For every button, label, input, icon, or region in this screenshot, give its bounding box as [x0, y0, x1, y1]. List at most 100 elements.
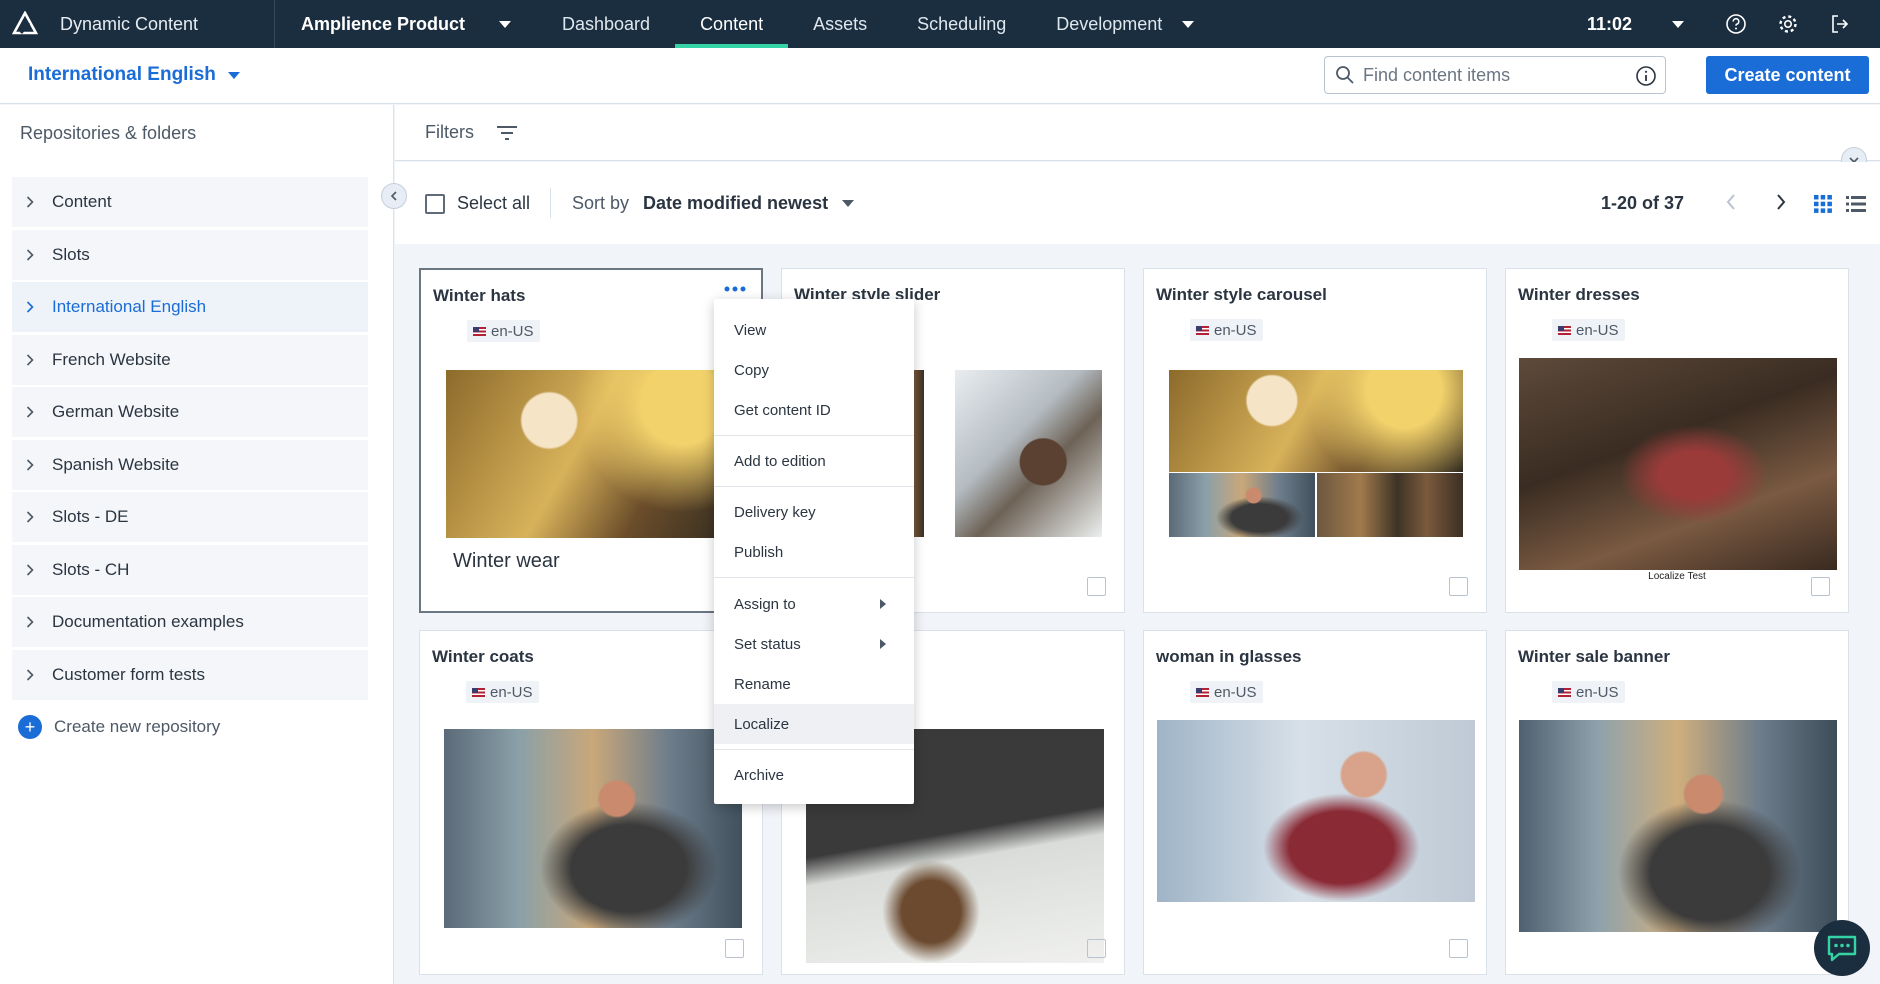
content-card-winter-sale-banner[interactable]: Winter sale banner en-US	[1505, 630, 1849, 975]
gear-icon[interactable]	[1776, 12, 1800, 36]
card-checkbox[interactable]	[1811, 577, 1830, 596]
tab-dashboard[interactable]: Dashboard	[537, 0, 675, 48]
card-image	[1169, 370, 1463, 472]
menu-separator	[714, 749, 914, 750]
locale-selector[interactable]: International English	[28, 64, 240, 86]
search-input[interactable]	[1363, 64, 1633, 86]
menu-item-localize[interactable]: Localize	[714, 704, 914, 744]
tab-assets[interactable]: Assets	[788, 0, 892, 48]
card-image	[1519, 358, 1837, 570]
sidebar-item-label: French Website	[52, 349, 171, 369]
product-switcher[interactable]: Amplience Product	[275, 0, 537, 48]
product-name: Amplience Product	[301, 13, 466, 34]
menu-separator	[714, 577, 914, 578]
sidebar-item-slots-ch[interactable]: Slots - CH	[12, 544, 368, 595]
sidebar-item-german-website[interactable]: German Website	[12, 387, 368, 437]
sort-dropdown[interactable]: Sort by Date modified newest	[572, 193, 855, 214]
chevron-right-icon	[26, 616, 36, 628]
locale-badge: en-US	[467, 320, 540, 342]
sidebar-item-documentation-examples[interactable]: Documentation examples	[12, 597, 368, 647]
card-image	[1317, 473, 1463, 537]
logout-icon[interactable]	[1828, 12, 1852, 36]
card-checkbox[interactable]	[1087, 939, 1106, 958]
development-menu-caret-icon[interactable]	[1182, 20, 1195, 28]
menu-item-archive[interactable]: Archive	[714, 755, 914, 795]
card-checkbox[interactable]	[1087, 577, 1106, 596]
tab-content[interactable]: Content	[675, 0, 789, 48]
chevron-right-icon	[26, 668, 36, 681]
submenu-arrow-icon	[880, 599, 886, 609]
menu-item-delivery-key[interactable]: Delivery key	[714, 492, 914, 532]
menu-item-set-status[interactable]: Set status	[714, 624, 914, 664]
menu-item-assign-to[interactable]: Assign to	[714, 584, 914, 624]
user-menu-caret-icon[interactable]	[1672, 20, 1684, 28]
sub-header: International English Create content	[0, 48, 1880, 104]
chevron-right-icon	[26, 196, 36, 208]
select-all-checkbox[interactable]	[425, 193, 445, 214]
card-checkbox[interactable]	[1449, 577, 1468, 596]
chat-bubble-icon	[1827, 935, 1857, 962]
menu-item-add-to-edition[interactable]: Add to edition	[714, 441, 914, 481]
sidebar-item-customer-form-tests[interactable]: Customer form tests	[12, 649, 368, 700]
chevron-down-icon	[842, 200, 855, 207]
menu-item-publish[interactable]: Publish	[714, 532, 914, 572]
locale-badge-text: en-US	[1576, 321, 1619, 339]
select-all[interactable]: Select all	[425, 193, 530, 214]
card-image	[1169, 473, 1315, 537]
previous-page-icon[interactable]	[1725, 192, 1737, 212]
menu-separator	[714, 486, 914, 487]
content-card-winter-coats[interactable]: Winter coats en-US	[419, 630, 763, 975]
card-caption: Winter wear	[453, 550, 560, 572]
sidebar-item-label: Slots - DE	[52, 507, 129, 526]
card-title: Winter dresses	[1518, 285, 1640, 304]
chevron-right-icon	[26, 563, 36, 576]
locale-badge: en-US	[1552, 319, 1625, 341]
filters-label[interactable]: Filters	[425, 122, 474, 143]
amplience-logo-icon	[12, 11, 38, 35]
card-image	[444, 729, 742, 928]
chat-button[interactable]	[1814, 920, 1870, 976]
collapse-sidebar-button[interactable]	[381, 183, 407, 209]
menu-item-view[interactable]: View	[714, 310, 914, 350]
menu-item-get-content-id[interactable]: Get content ID	[714, 390, 914, 430]
card-caption: Localize Test	[1648, 571, 1706, 582]
create-content-button[interactable]: Create content	[1706, 56, 1869, 94]
card-checkbox[interactable]	[725, 939, 744, 958]
list-view-icon[interactable]	[1845, 194, 1867, 214]
sidebar-item-label: Slots - CH	[52, 559, 130, 579]
sidebar-item-slots[interactable]: Slots	[12, 229, 368, 280]
create-new-repository-link[interactable]: + Create new repository	[18, 715, 220, 739]
pagination-count: 1-20 of 37	[1601, 193, 1685, 213]
sidebar-title: Repositories & folders	[20, 123, 197, 143]
locale-badge: en-US	[1552, 681, 1625, 703]
grid-view-icon[interactable]	[1813, 194, 1833, 214]
locale-selected: International English	[28, 64, 216, 85]
menu-item-copy[interactable]: Copy	[714, 350, 914, 390]
help-icon[interactable]	[1724, 12, 1748, 36]
locale-badge-text: en-US	[491, 322, 534, 340]
sidebar-item-content[interactable]: Content	[12, 177, 368, 227]
sidebar-item-international-english[interactable]: International English	[12, 282, 368, 332]
sidebar-item-slots-de[interactable]: Slots - DE	[12, 492, 368, 542]
card-checkbox[interactable]	[1449, 939, 1468, 958]
content-card-winter-style-carousel[interactable]: Winter style carousel en-US	[1143, 268, 1487, 613]
next-page-icon[interactable]	[1775, 192, 1787, 212]
filter-icon[interactable]	[495, 123, 519, 143]
select-all-label: Select all	[457, 193, 531, 213]
menu-item-rename[interactable]: Rename	[714, 664, 914, 704]
content-card-winter-dresses[interactable]: Winter dresses en-US Localize Test	[1505, 268, 1849, 613]
sidebar: Repositories & folders Content Slots Int…	[0, 105, 394, 984]
tab-scheduling[interactable]: Scheduling	[892, 0, 1031, 48]
content-card-winter-hats[interactable]: Winter hats en-US Winter wear	[419, 268, 763, 613]
more-options-icon[interactable]	[723, 284, 747, 294]
chevron-right-icon	[26, 353, 36, 366]
chevron-left-icon	[390, 191, 397, 201]
brand[interactable]: Dynamic Content	[0, 0, 275, 48]
info-icon[interactable]	[1635, 65, 1657, 87]
top-nav: Dynamic Content Amplience Product Dashbo…	[0, 0, 1880, 48]
sidebar-item-spanish-website[interactable]: Spanish Website	[12, 439, 368, 490]
tab-development[interactable]: Development	[1031, 0, 1182, 48]
content-card-woman-in-glasses[interactable]: woman in glasses en-US	[1143, 630, 1487, 975]
sidebar-item-french-website[interactable]: French Website	[12, 334, 368, 385]
card-image	[955, 370, 1102, 537]
